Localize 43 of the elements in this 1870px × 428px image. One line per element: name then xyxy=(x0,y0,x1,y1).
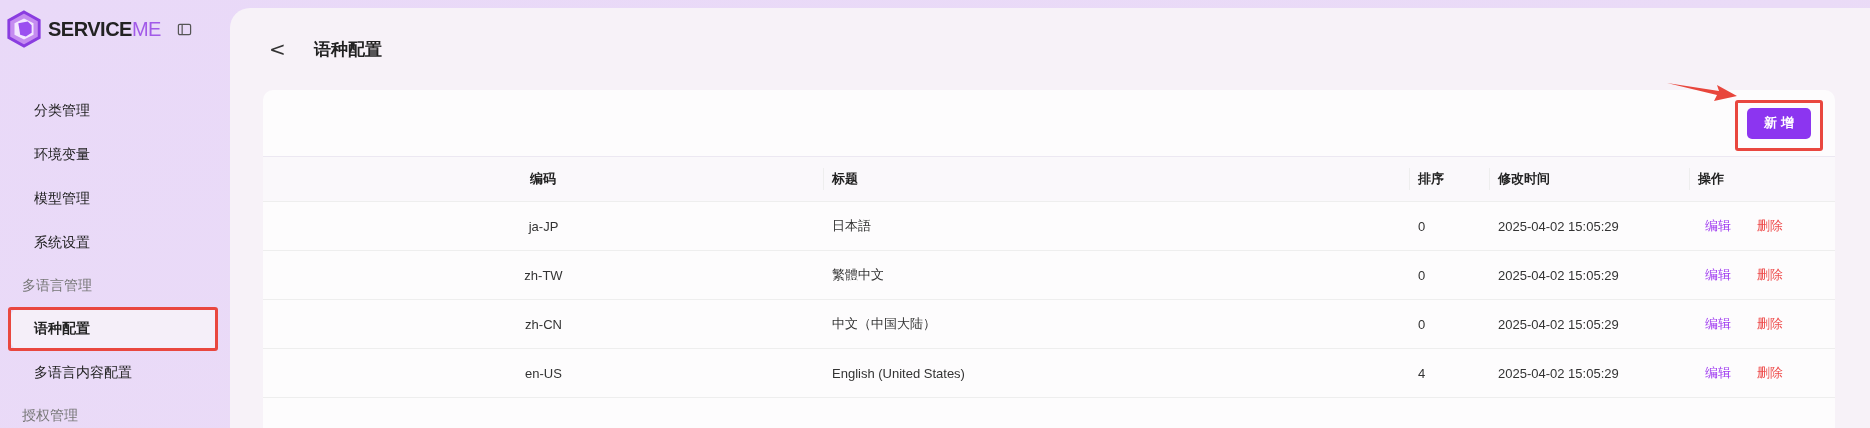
table-cell: 4 xyxy=(1418,365,1426,381)
sidebar-item[interactable]: 环境变量 xyxy=(10,133,218,177)
table-cell: 2025-04-02 15:05:29 xyxy=(1498,267,1619,283)
sidebar-toggle-icon[interactable] xyxy=(176,21,192,37)
table-cell: 0 xyxy=(1418,267,1426,283)
table-cell: 日本語 xyxy=(832,218,871,233)
sidebar-item[interactable]: 系统设置 xyxy=(10,221,218,265)
table-cell: zh-TW xyxy=(524,267,563,283)
sidebar-item[interactable]: 多语言内容配置 xyxy=(10,351,218,395)
annotation-arrow xyxy=(1667,81,1737,102)
sidebar-item[interactable]: 分类管理 xyxy=(10,89,218,133)
logo-icon xyxy=(5,10,43,48)
table-cell: 2025-04-02 15:05:29 xyxy=(1498,365,1619,381)
table-cell: en-US xyxy=(525,365,562,381)
column-header: 标题 xyxy=(832,171,858,186)
table-cell: 繁體中文 xyxy=(832,267,884,282)
edit-link[interactable]: 编辑 xyxy=(1705,217,1731,235)
table-cell: 0 xyxy=(1418,218,1426,234)
logo-text: SERVICEME xyxy=(48,17,161,41)
add-button[interactable]: 新 增 xyxy=(1747,107,1811,139)
column-header: 修改时间 xyxy=(1498,171,1550,186)
column-header: 排序 xyxy=(1418,171,1444,186)
table-cell: 0 xyxy=(1418,316,1426,332)
delete-link[interactable]: 删除 xyxy=(1757,364,1783,382)
table-cell: zh-CN xyxy=(525,316,562,332)
page-title: 语种配置 xyxy=(313,38,382,61)
menu-group-label: 多语言管理 xyxy=(21,277,93,295)
column-header: 操作 xyxy=(1698,171,1724,186)
column-header: 编码 xyxy=(530,171,556,186)
edit-link[interactable]: 编辑 xyxy=(1705,315,1731,333)
edit-link[interactable]: 编辑 xyxy=(1705,364,1731,382)
table-cell: 2025-04-02 15:05:29 xyxy=(1498,218,1619,234)
edit-link[interactable]: 编辑 xyxy=(1705,266,1731,284)
delete-link[interactable]: 删除 xyxy=(1757,217,1783,235)
table-cell: 中文（中国大陆） xyxy=(832,316,936,331)
table-cell: ja-JP xyxy=(528,218,559,234)
menu-group-label: 授权管理 xyxy=(21,407,79,425)
sidebar-item[interactable]: 模型管理 xyxy=(10,177,218,221)
table-cell: 2025-04-02 15:05:29 xyxy=(1498,316,1619,332)
delete-link[interactable]: 删除 xyxy=(1757,315,1783,333)
back-button[interactable]: < xyxy=(263,37,292,61)
table-cell: English (United States) xyxy=(832,365,965,381)
delete-link[interactable]: 删除 xyxy=(1757,266,1783,284)
